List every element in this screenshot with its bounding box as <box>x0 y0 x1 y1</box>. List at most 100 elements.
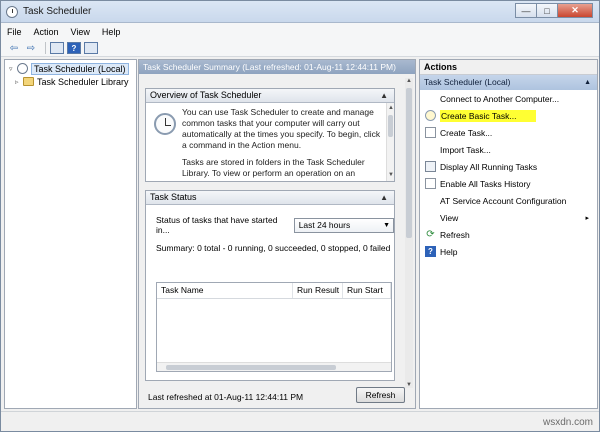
action-label: AT Service Account Configuration <box>440 195 567 206</box>
collapse-icon[interactable]: ▿ <box>9 65 17 73</box>
action-label: Refresh <box>440 229 470 240</box>
refresh-button[interactable]: Refresh <box>356 387 405 403</box>
create-task-icon <box>425 127 436 138</box>
status-bar: wsxdn.com <box>1 411 599 431</box>
overview-text: You can use Task Scheduler to create and… <box>182 107 382 181</box>
status-period-row: Status of tasks that have started in... … <box>156 215 394 235</box>
show-hide-console-tree-icon[interactable] <box>50 42 64 54</box>
action-display-running-tasks[interactable]: Display All Running Tasks <box>420 158 597 175</box>
task-summary: Summary: 0 total - 0 running, 0 succeede… <box>156 243 391 253</box>
toolbar: ⇦ ⇨ ? <box>1 40 599 57</box>
folder-icon <box>23 77 34 86</box>
action-label: Help <box>440 246 458 257</box>
window-title: Task Scheduler <box>23 6 92 17</box>
action-connect-another-computer[interactable]: Connect to Another Computer... <box>420 90 597 107</box>
task-table: Task Name Run Result Run Start <box>156 282 392 372</box>
back-arrow-icon[interactable]: ⇦ <box>7 42 21 55</box>
column-header-run-result[interactable]: Run Result <box>293 283 343 298</box>
menu-help[interactable]: Help <box>102 27 121 37</box>
scroll-thumb[interactable] <box>406 88 412 238</box>
tree-item-label: Task Scheduler Library <box>37 76 129 87</box>
overview-paragraph: Tasks are stored in folders in the Task … <box>182 157 378 181</box>
action-label: Import Task... <box>440 144 491 155</box>
expand-icon[interactable]: ▹ <box>15 78 23 86</box>
action-label: Connect to Another Computer... <box>440 93 560 104</box>
action-refresh[interactable]: ⟳ Refresh <box>420 226 597 243</box>
menu-view[interactable]: View <box>71 27 90 37</box>
task-status-section: Task Status ▲ Status of tasks that have … <box>145 190 395 381</box>
show-hide-action-pane-icon[interactable] <box>84 42 98 54</box>
status-label: Status of tasks that have started in... <box>156 215 278 235</box>
center-pane: Task Scheduler Summary (Last refreshed: … <box>138 59 416 409</box>
task-table-hscrollbar[interactable] <box>157 362 391 371</box>
action-help[interactable]: ? Help <box>420 243 597 260</box>
task-table-header: Task Name Run Result Run Start <box>157 283 391 299</box>
scroll-thumb[interactable] <box>166 365 336 370</box>
scroll-down-icon[interactable]: ▼ <box>388 170 394 181</box>
action-create-basic-task[interactable]: Create Basic Task... <box>420 107 597 124</box>
task-scheduler-clock-icon <box>6 6 18 18</box>
chevron-down-icon: ▼ <box>383 221 390 229</box>
menu-action[interactable]: Action <box>34 27 59 37</box>
running-tasks-icon <box>425 161 436 172</box>
help-icon: ? <box>425 246 436 257</box>
tree-item-task-scheduler-local[interactable]: ▿ Task Scheduler (Local) <box>9 62 129 75</box>
tree-item-label: Task Scheduler (Local) <box>31 62 129 75</box>
scroll-down-icon[interactable]: ▼ <box>406 382 412 388</box>
action-view[interactable]: View ▸ <box>420 209 597 226</box>
minimize-button[interactable]: — <box>515 3 537 18</box>
center-scrollbar[interactable]: ▲ ▼ <box>405 78 413 388</box>
actions-group-header[interactable]: Task Scheduler (Local) ▲ <box>420 75 597 90</box>
overview-title: Overview of Task Scheduler <box>150 90 262 100</box>
action-create-task[interactable]: Create Task... <box>420 124 597 141</box>
maximize-button[interactable]: □ <box>536 3 558 18</box>
action-label: Create Basic Task... <box>440 109 537 122</box>
scroll-up-icon[interactable]: ▲ <box>388 103 394 114</box>
action-label: Enable All Tasks History <box>440 178 531 189</box>
overview-section: Overview of Task Scheduler ▲ You can use… <box>145 88 395 182</box>
title-bar[interactable]: Task Scheduler — □ ✕ <box>1 1 599 23</box>
period-dropdown[interactable]: Last 24 hours ▼ <box>293 217 394 233</box>
submenu-arrow-icon: ▸ <box>585 214 589 222</box>
create-basic-task-icon <box>425 110 436 121</box>
summary-header: Task Scheduler Summary (Last refreshed: … <box>139 60 415 74</box>
task-status-section-header[interactable]: Task Status ▲ <box>146 191 394 205</box>
task-status-title: Task Status <box>150 192 197 202</box>
actions-pane: Actions Task Scheduler (Local) ▲ Connect… <box>419 59 598 409</box>
scroll-thumb[interactable] <box>388 115 393 137</box>
watermark: wsxdn.com <box>542 417 593 428</box>
overview-scrollbar[interactable]: ▲ ▼ <box>386 103 394 181</box>
close-button[interactable]: ✕ <box>557 3 593 18</box>
console-tree: ▿ Task Scheduler (Local) ▹ Task Schedule… <box>4 59 137 409</box>
task-scheduler-clock-icon <box>154 113 176 135</box>
refresh-icon: ⟳ <box>426 229 435 240</box>
scroll-up-icon[interactable]: ▲ <box>406 78 412 84</box>
column-header-run-start[interactable]: Run Start <box>343 283 391 298</box>
overview-paragraph: You can use Task Scheduler to create and… <box>182 107 381 150</box>
history-icon <box>425 178 436 189</box>
collapse-arrow-icon[interactable]: ▲ <box>380 89 388 102</box>
column-header-task-name[interactable]: Task Name <box>157 283 294 298</box>
action-import-task[interactable]: Import Task... <box>420 141 597 158</box>
actions-group-label: Task Scheduler (Local) <box>424 77 511 87</box>
period-value: Last 24 hours <box>298 219 351 230</box>
overview-section-header[interactable]: Overview of Task Scheduler ▲ <box>146 89 394 103</box>
actions-title: Actions <box>420 60 597 75</box>
help-icon[interactable]: ? <box>67 42 81 54</box>
menu-file[interactable]: File <box>7 27 22 37</box>
action-label: Create Task... <box>440 127 493 138</box>
task-status-body: Status of tasks that have started in... … <box>146 205 394 380</box>
overview-body: You can use Task Scheduler to create and… <box>146 103 394 181</box>
clock-icon <box>17 63 28 74</box>
collapse-arrow-icon[interactable]: ▲ <box>380 191 388 204</box>
action-enable-history[interactable]: Enable All Tasks History <box>420 175 597 192</box>
collapse-arrow-icon[interactable]: ▲ <box>584 75 591 90</box>
last-refreshed-text: Last refreshed at 01-Aug-11 12:44:11 PM <box>148 392 304 402</box>
tree-item-task-scheduler-library[interactable]: ▹ Task Scheduler Library <box>15 75 129 88</box>
task-scheduler-window: Task Scheduler — □ ✕ File Action View He… <box>0 0 600 432</box>
forward-arrow-icon[interactable]: ⇨ <box>24 42 38 55</box>
menu-bar: File Action View Help <box>1 23 599 40</box>
window-controls: — □ ✕ <box>515 3 593 18</box>
action-at-service-account[interactable]: AT Service Account Configuration <box>420 192 597 209</box>
action-label: Display All Running Tasks <box>440 161 538 172</box>
